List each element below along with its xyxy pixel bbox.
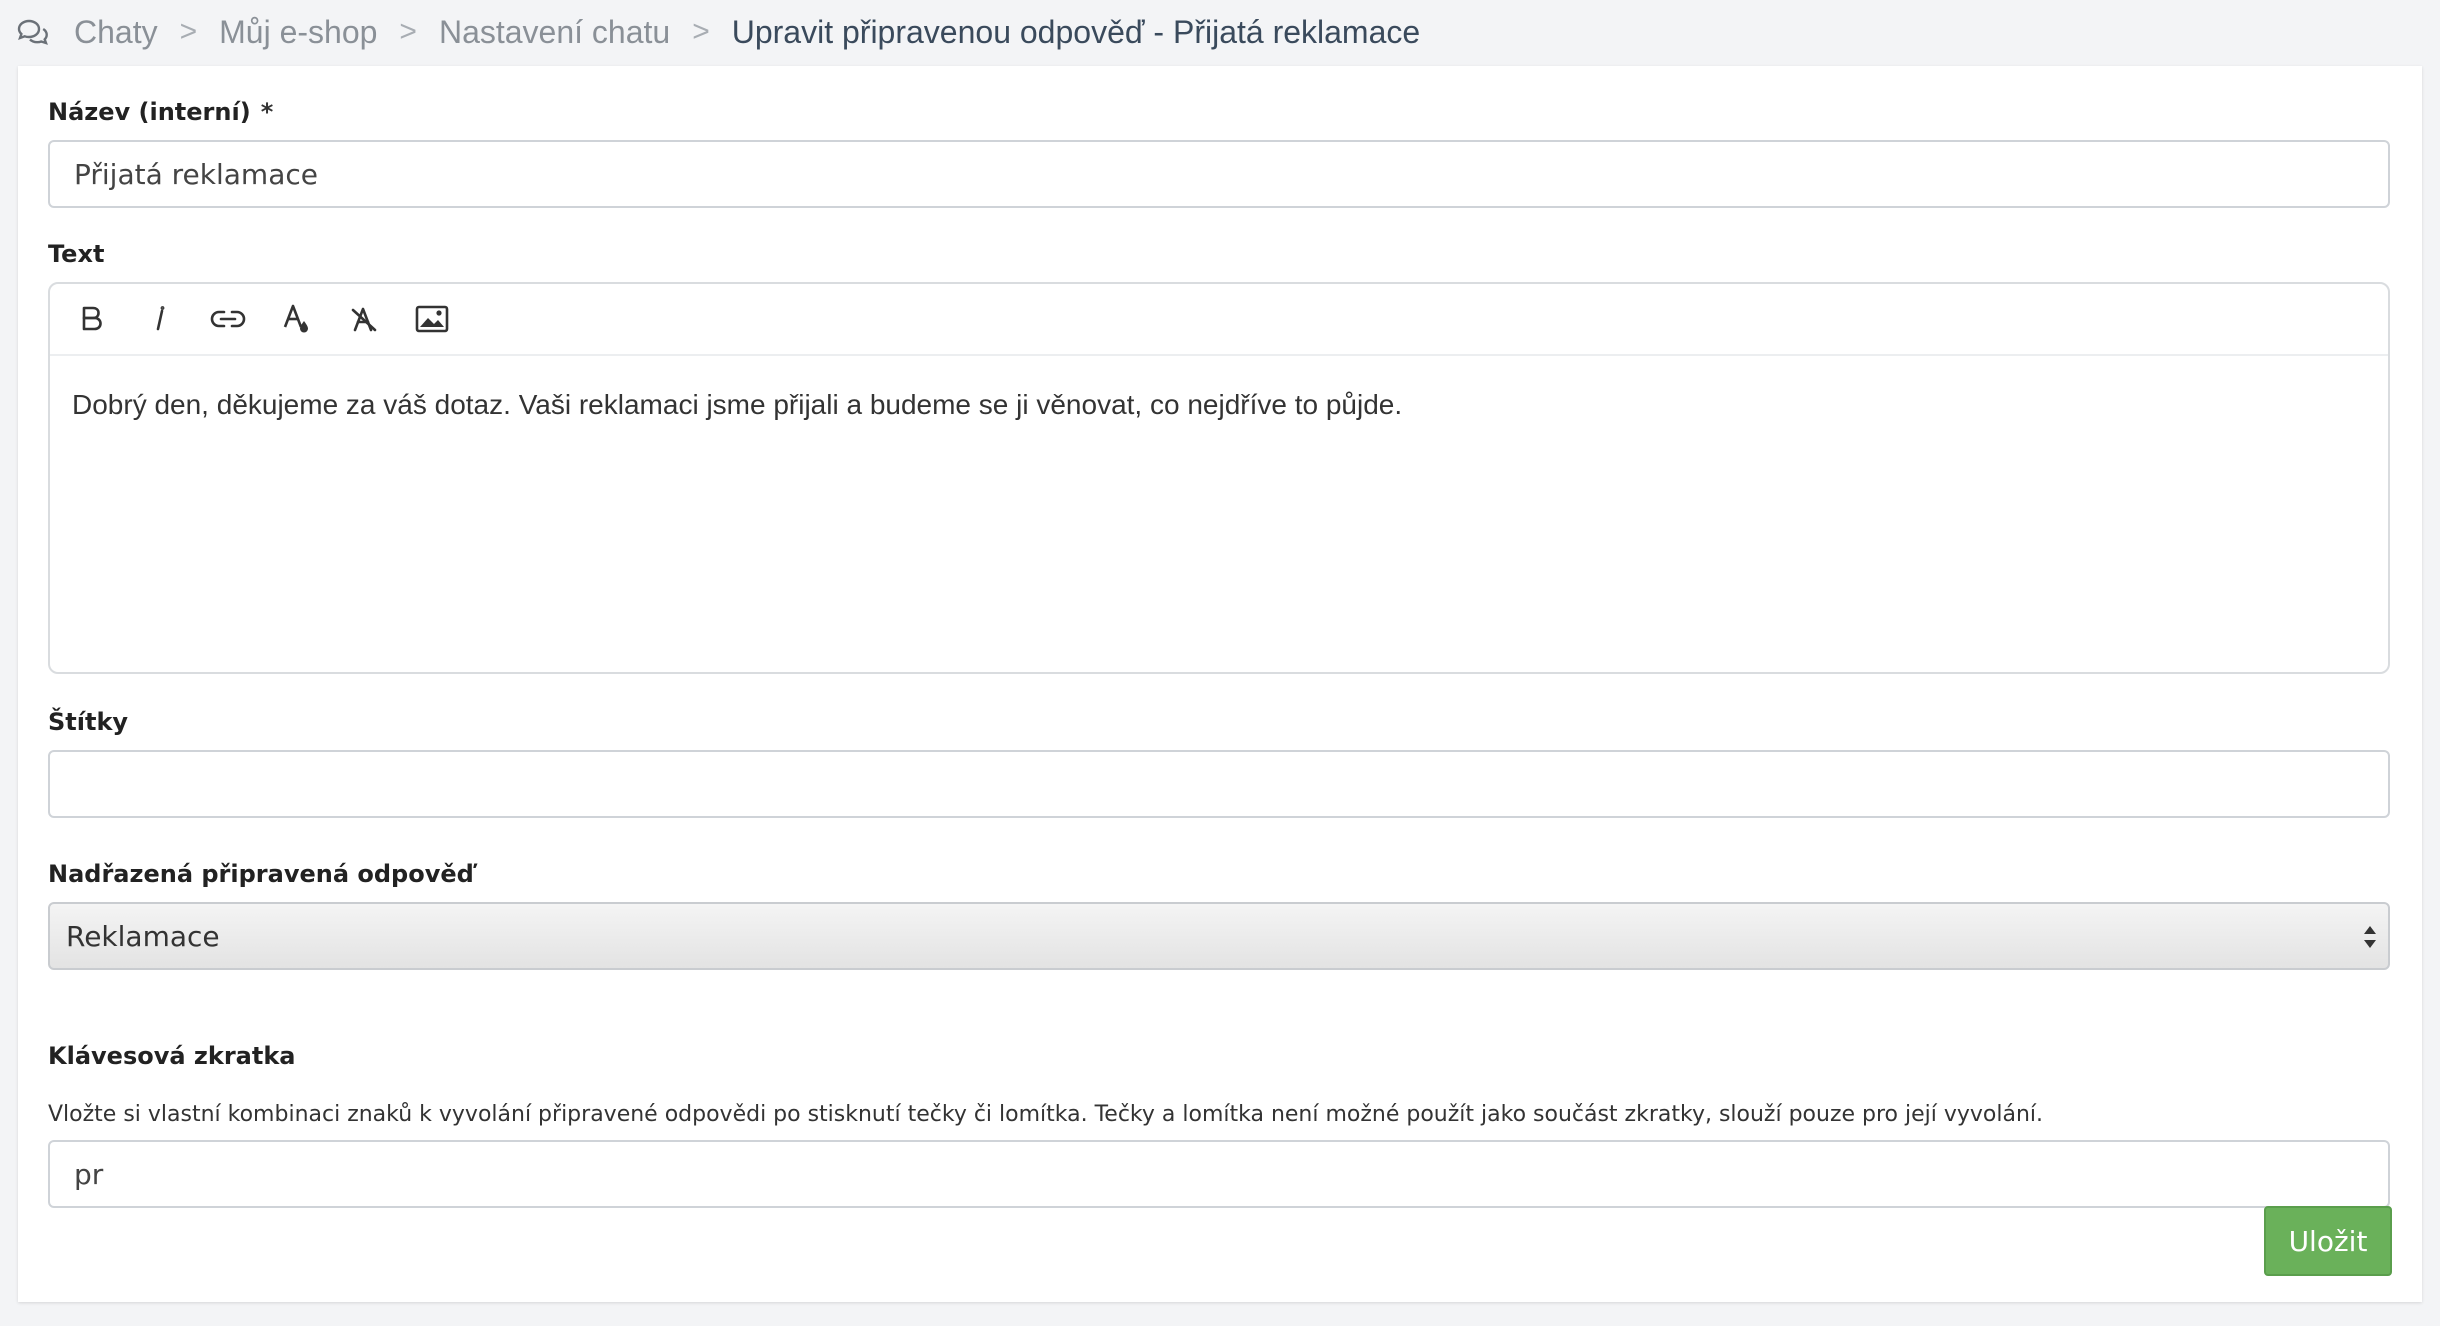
edit-form-card: Název (interní) * Text — [18, 66, 2422, 1302]
shortcut-label: Klávesová zkratka — [48, 1042, 296, 1070]
text-editor: Dobrý den, děkujeme za váš dotaz. Vaši r… — [48, 282, 2390, 674]
breadcrumb-separator: > — [692, 15, 710, 48]
image-icon — [415, 305, 449, 333]
text-label: Text — [48, 240, 105, 268]
bold-icon — [80, 305, 104, 333]
name-label-text: Název (interní) — [48, 98, 251, 126]
breadcrumb-item-eshop[interactable]: Můj e-shop — [219, 14, 377, 51]
parent-answer-selected: Reklamace — [66, 919, 220, 953]
save-button[interactable]: Uložit — [2264, 1206, 2392, 1276]
required-mark: * — [260, 98, 274, 126]
name-input[interactable] — [48, 140, 2390, 208]
chat-bubbles-icon — [16, 17, 50, 47]
bold-button[interactable] — [70, 297, 114, 341]
breadcrumb: Chaty > Můj e-shop > Nastavení chatu > U… — [16, 0, 1420, 64]
text-color-icon — [282, 303, 310, 335]
text-color-button[interactable] — [274, 297, 318, 341]
page-title: Upravit připravenou odpověď - Přijatá re… — [731, 13, 1421, 50]
italic-button[interactable] — [138, 297, 182, 341]
parent-answer-label: Nadřazená připravená odpověď — [48, 860, 474, 888]
breadcrumb-separator: > — [179, 15, 198, 48]
select-arrows-icon — [2362, 922, 2378, 952]
clear-format-button[interactable] — [342, 297, 386, 341]
breadcrumb-item-chat-settings[interactable]: Nastavení chatu — [439, 14, 670, 51]
italic-icon — [150, 305, 170, 333]
tags-input[interactable] — [48, 750, 2390, 818]
text-editor-content[interactable]: Dobrý den, děkujeme za váš dotaz. Vaši r… — [50, 356, 2388, 454]
link-icon — [210, 308, 246, 330]
clear-format-icon — [350, 305, 378, 333]
parent-answer-select[interactable]: Reklamace — [48, 902, 2390, 970]
breadcrumb-separator: > — [399, 15, 417, 48]
shortcut-input[interactable] — [48, 1140, 2390, 1208]
link-button[interactable] — [206, 297, 250, 341]
breadcrumb-item-chaty[interactable]: Chaty — [74, 14, 158, 51]
editor-toolbar — [50, 284, 2388, 356]
shortcut-help-text: Vložte si vlastní kombinaci znaků k vyvo… — [48, 1102, 2044, 1127]
tags-label: Štítky — [48, 708, 129, 736]
insert-image-button[interactable] — [410, 297, 454, 341]
name-label: Název (interní) * — [48, 98, 273, 126]
